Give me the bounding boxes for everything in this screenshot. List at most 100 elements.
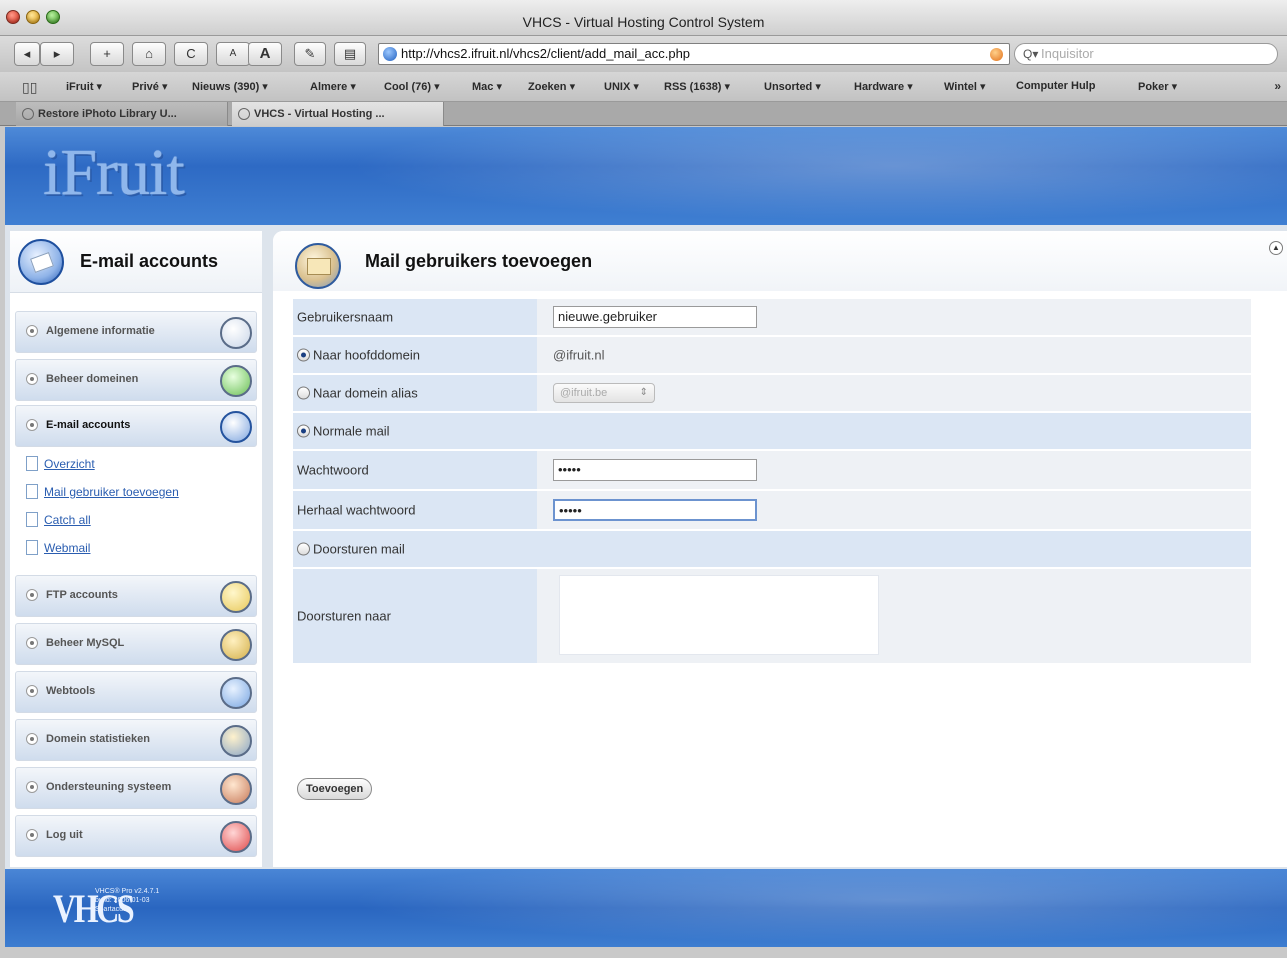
tab-vhcs[interactable]: VHCS - Virtual Hosting ...: [232, 102, 444, 126]
tab-close-icon[interactable]: [238, 108, 250, 120]
sidebar-item-manage-domains[interactable]: Beheer domeinen: [15, 359, 257, 401]
password-input[interactable]: •••••: [553, 459, 757, 481]
forward-button[interactable]: ▸: [40, 42, 74, 66]
address-bar[interactable]: http://vhcs2.ifruit.nl/vhcs2/client/add_…: [378, 43, 1010, 65]
browser-toolbar: ◂ ▸ + ⌂ C A A ✎ ▤ http://vhcs2.ifruit.nl…: [0, 36, 1287, 72]
row-label: Normale mail: [293, 413, 1251, 449]
sidebar-item-logout[interactable]: Log uit: [15, 815, 257, 857]
add-bookmark-button[interactable]: +: [90, 42, 124, 66]
bookmark-item[interactable]: RSS (1638) ▾: [664, 80, 730, 93]
bookmark-item[interactable]: Almere ▾: [310, 80, 356, 93]
row-value: •••••: [543, 451, 1251, 489]
row-main-domain: Naar hoofddomein @ifruit.nl: [293, 337, 1251, 373]
submenu-link[interactable]: Webmail: [44, 541, 90, 555]
username-label: Gebruikersnaam: [297, 309, 394, 325]
row-label-text: Doorsturen mail: [297, 542, 405, 557]
bookmark-item[interactable]: Unsorted ▾: [764, 80, 821, 93]
page-title: Mail gebruikers toevoegen: [365, 251, 593, 271]
forward-to-textarea[interactable]: [559, 575, 879, 655]
collapse-icon[interactable]: ▲: [1269, 241, 1283, 255]
search-placeholder: Inquisitor: [1041, 46, 1094, 61]
bookmark-item[interactable]: Computer Hulp: [1016, 80, 1095, 92]
sidebar-title: E-mail accounts: [80, 251, 219, 271]
username-input[interactable]: nieuwe.gebruiker: [553, 306, 757, 328]
sidebar-item-ftp-accounts[interactable]: FTP accounts: [15, 575, 257, 617]
bookmark-item[interactable]: Nieuws (390) ▾: [192, 80, 268, 93]
bullet-icon: [26, 373, 38, 385]
sidebar-item-label: Beheer MySQL: [46, 637, 125, 649]
sidebar-item-label: Ondersteuning systeem: [46, 781, 172, 793]
submenu-add-mail-user[interactable]: Mail gebruiker toevoegen: [26, 481, 254, 503]
globe-icon: [383, 47, 397, 61]
bookmark-item[interactable]: Mac ▾: [472, 80, 502, 93]
bookmarks-overflow-button[interactable]: »: [1274, 79, 1281, 93]
submenu-link[interactable]: Overzicht: [44, 457, 95, 471]
tab-close-icon[interactable]: [22, 108, 34, 120]
repeat-password-label: Herhaal wachtwoord: [297, 502, 416, 518]
row-label: Naar hoofddomein: [293, 337, 537, 373]
submenu-webmail[interactable]: Webmail: [26, 537, 254, 559]
back-button[interactable]: ◂: [14, 42, 40, 66]
bookmark-item[interactable]: Privé ▾: [132, 80, 168, 93]
bookmarks-book-icon[interactable]: ▯▯: [22, 79, 37, 96]
row-forward-to: Doorsturen naar: [293, 569, 1251, 663]
bullet-icon: [26, 685, 38, 697]
bookmark-item[interactable]: Zoeken ▾: [528, 80, 575, 93]
edit-button[interactable]: ✎: [294, 42, 326, 66]
web-page: iFruit E-mail accounts Algemene informat…: [5, 127, 1287, 947]
window-title: VHCS - Virtual Hosting Control System: [522, 14, 765, 30]
search-icon: Q▾: [1023, 47, 1039, 61]
row-label: Herhaal wachtwoord: [293, 491, 537, 529]
bookmark-item[interactable]: Hardware ▾: [854, 80, 913, 93]
text-smaller-button[interactable]: A: [216, 42, 250, 66]
submenu-overview[interactable]: Overzicht: [26, 453, 254, 475]
bookmark-item[interactable]: UNIX ▾: [604, 80, 639, 93]
bookmark-item[interactable]: Wintel ▾: [944, 80, 985, 93]
rss-feed-icon[interactable]: [990, 48, 1003, 61]
home-button[interactable]: ⌂: [132, 42, 166, 66]
row-value: @ifruit.be ⇕: [543, 375, 1251, 411]
sidebar-item-webtools[interactable]: Webtools: [15, 671, 257, 713]
sidebar-item-manage-mysql[interactable]: Beheer MySQL: [15, 623, 257, 665]
add-button[interactable]: Toevoegen: [297, 778, 373, 800]
bookmark-item[interactable]: iFruit ▾: [66, 80, 102, 93]
document-icon: [26, 484, 38, 499]
address-url: http://vhcs2.ifruit.nl/vhcs2/client/add_…: [401, 46, 691, 61]
row-label-text: Naar domein alias: [297, 386, 418, 401]
search-input[interactable]: Q▾ Inquisitor: [1014, 43, 1278, 65]
reload-button[interactable]: C: [174, 42, 208, 66]
bookmark-item[interactable]: Poker ▾: [1138, 80, 1177, 93]
site-footer: VHCS VHCS® Pro v2.4.7.1 build: 2006-01-0…: [5, 869, 1287, 947]
folder-icon: [220, 581, 252, 613]
document-icon: [26, 512, 38, 527]
submenu-link[interactable]: Catch all: [44, 513, 91, 527]
print-button[interactable]: ▤: [334, 42, 366, 66]
submenu-link[interactable]: Mail gebruiker toevoegen: [44, 485, 179, 499]
sidebar-item-system-support[interactable]: Ondersteuning systeem: [15, 767, 257, 809]
sidebar-item-email-accounts[interactable]: E-mail accounts: [15, 405, 257, 447]
window-titlebar: VHCS - Virtual Hosting Control System: [0, 0, 1287, 36]
bullet-icon: [26, 637, 38, 649]
sidebar-item-general-info[interactable]: Algemene informatie: [15, 311, 257, 353]
row-value: •••••: [543, 491, 1251, 529]
sidebar-item-label: Webtools: [46, 685, 96, 697]
bullet-icon: [26, 589, 38, 601]
text-larger-button[interactable]: A: [248, 42, 282, 66]
main-header: Mail gebruikers toevoegen ▲: [273, 231, 1287, 291]
main-domain-radio[interactable]: [297, 348, 310, 362]
row-label-text: Normale mail: [297, 424, 390, 439]
select-arrows-icon: ⇕: [639, 387, 648, 398]
forward-mail-radio[interactable]: [297, 542, 310, 556]
row-forward-mail: Doorsturen mail: [293, 531, 1251, 567]
domain-alias-radio[interactable]: [297, 386, 310, 400]
sidebar-item-domain-statistics[interactable]: Domein statistieken: [15, 719, 257, 761]
repeat-password-input[interactable]: •••••: [553, 499, 757, 521]
bookmark-item[interactable]: Cool (76) ▾: [384, 80, 440, 93]
tab-restore-iphoto[interactable]: Restore iPhoto Library U...: [16, 102, 228, 126]
normal-mail-label: Normale mail: [313, 423, 390, 439]
row-domain-alias: Naar domein alias @ifruit.be ⇕: [293, 375, 1251, 411]
password-label: Wachtwoord: [297, 462, 369, 478]
domain-alias-select[interactable]: @ifruit.be ⇕: [553, 383, 655, 403]
normal-mail-radio[interactable]: [297, 424, 310, 438]
submenu-catch-all[interactable]: Catch all: [26, 509, 254, 531]
